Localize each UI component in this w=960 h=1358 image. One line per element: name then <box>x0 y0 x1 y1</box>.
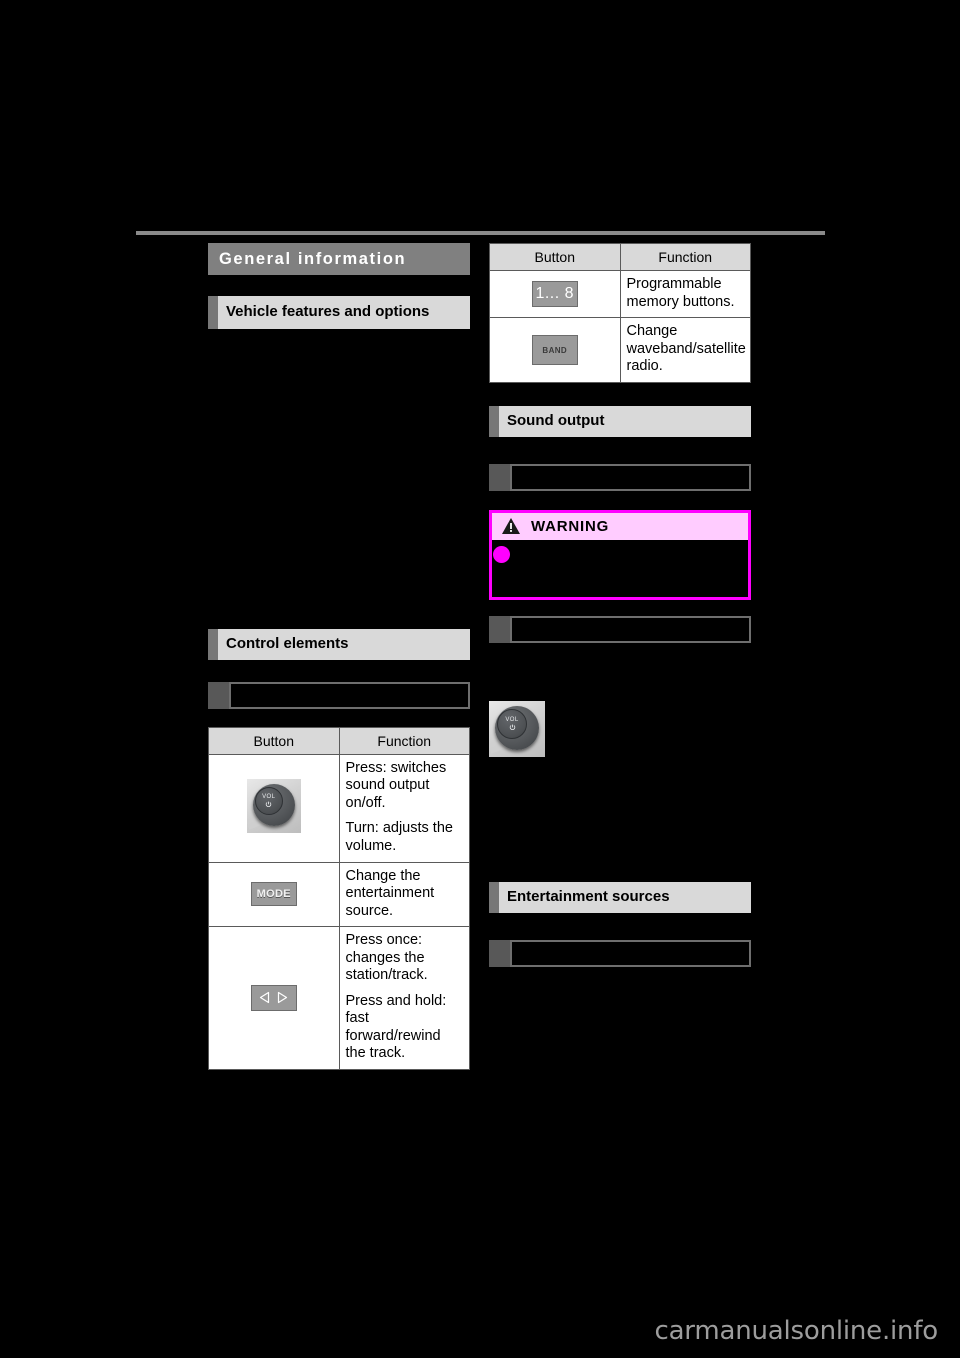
redacted-gap <box>208 718 472 727</box>
warning-bullet <box>493 545 510 563</box>
header-rule <box>136 231 825 235</box>
subsection-tab <box>489 463 510 491</box>
memory-buttons-icon: 1... 8 <box>531 281 578 308</box>
mode-button-icon: MODE <box>250 882 297 907</box>
table-row: MODE Change the entertainment source. <box>208 861 470 928</box>
section-heading-sound-output: Sound output <box>489 405 751 437</box>
subsection-tab <box>489 615 510 643</box>
button-cell-seek <box>208 926 340 1070</box>
function-cell-mode: Change the entertainment source. <box>338 861 470 928</box>
warning-triangle-icon <box>501 517 521 535</box>
column-header-function: Function <box>619 243 751 271</box>
table-row: VOL Press: switches sound output on/off.… <box>208 753 470 863</box>
function-cell-band: Change waveband/satellite radio. <box>619 317 751 383</box>
function-line: Turn: adjusts the volume. <box>345 820 453 854</box>
band-button-icon: BAND <box>531 334 578 365</box>
left-column: General information Vehicle features and… <box>208 243 472 1070</box>
memory-buttons-table: Button Function 1... 8 Programmable memo… <box>489 243 751 383</box>
section-tab <box>208 296 218 329</box>
subsection-tab <box>208 681 229 709</box>
function-line: Change waveband/satellite radio. <box>626 323 746 375</box>
column-header-button: Button <box>208 726 340 755</box>
knob-vol-label: VOL <box>505 716 519 723</box>
volume-knob-photo-icon: VOL <box>489 700 545 757</box>
function-line: Programmable memory buttons. <box>626 276 735 310</box>
function-cell-volume: Press: switches sound output on/off. Tur… <box>338 753 470 863</box>
power-icon <box>265 801 272 808</box>
button-cell-mode: MODE <box>208 861 340 928</box>
section-tab <box>208 628 218 660</box>
column-header-function: Function <box>338 726 470 755</box>
section-tab <box>489 405 499 437</box>
subsection-heading-body <box>229 681 470 709</box>
redacted-body-text-left <box>208 338 470 629</box>
subsection-heading-redacted-left <box>208 681 470 709</box>
section-heading-body: Vehicle features and options <box>218 296 470 329</box>
section-heading-text: Entertainment sources <box>507 887 670 905</box>
watermark: carmanualsonline.info <box>654 1316 938 1346</box>
redacted-gap <box>208 669 472 682</box>
control-elements-table: Button Function VOL Press: switches soun… <box>208 726 470 1070</box>
seek-prev-triangle-icon <box>260 992 270 1004</box>
table-header-row: Button Function <box>208 726 470 755</box>
seek-next-triangle-icon <box>278 992 288 1004</box>
volume-knob-photo-icon: VOL <box>246 778 301 833</box>
function-line: Press and hold: fast forward/rewind the … <box>345 992 447 1062</box>
warning-body-redacted <box>492 539 748 597</box>
section-heading-entertainment-sources: Entertainment sources <box>489 881 751 913</box>
button-cell-volume: VOL <box>208 753 340 863</box>
power-icon <box>509 724 516 731</box>
redacted-gap <box>489 922 753 940</box>
table-row: 1... 8 Programmable memory buttons. <box>489 269 751 319</box>
redacted-gap <box>489 500 753 510</box>
subsection-tab <box>489 939 510 967</box>
warning-title: WARNING <box>531 517 610 535</box>
redacted-body-text-right-2 <box>489 761 753 882</box>
function-line: Change the entertainment source. <box>345 867 435 919</box>
table-row: BAND Change waveband/satellite radio. <box>489 317 751 383</box>
chapter-title-bar: General information <box>208 243 470 275</box>
subsection-heading-redacted-2 <box>489 615 751 643</box>
knob-illustration-row: VOL <box>489 700 751 762</box>
function-line: Press: switches sound output on/off. <box>345 759 447 811</box>
button-cell-band: BAND <box>489 317 621 383</box>
redacted-gap <box>489 382 753 406</box>
redacted-gap <box>489 446 753 464</box>
function-cell-seek: Press once: changes the station/track. P… <box>338 926 470 1070</box>
manual-page: General information Vehicle features and… <box>0 0 960 1358</box>
knob-vol-label: VOL <box>262 793 276 800</box>
subsection-heading-redacted-sound <box>489 463 751 491</box>
section-heading-text: Control elements <box>226 634 349 652</box>
column-header-button: Button <box>489 243 621 271</box>
table-header-row: Button Function <box>489 243 751 271</box>
warning-header: WARNING <box>492 512 748 540</box>
section-heading-body: Sound output <box>499 405 751 437</box>
button-cell-memory: 1... 8 <box>489 269 621 319</box>
redacted-body-text-right <box>489 652 753 701</box>
subsection-heading-body <box>510 939 751 967</box>
section-heading-body: Entertainment sources <box>499 881 751 913</box>
table-row: Press once: changes the station/track. P… <box>208 926 470 1070</box>
section-heading-body: Control elements <box>218 628 470 660</box>
section-heading-text: Vehicle features and options <box>226 303 430 320</box>
section-heading-control-elements: Control elements <box>208 628 470 660</box>
function-cell-memory: Programmable memory buttons. <box>619 269 751 319</box>
subsection-heading-body <box>510 615 751 643</box>
chapter-title: General information <box>219 249 407 268</box>
subsection-heading-redacted-3 <box>489 939 751 967</box>
section-heading-vehicle-features: Vehicle features and options <box>208 296 470 329</box>
section-tab <box>489 881 499 913</box>
function-line: Press once: changes the station/track. <box>345 932 428 984</box>
right-column: Button Function 1... 8 Programmable memo… <box>489 243 753 977</box>
section-heading-text: Sound output <box>507 411 605 429</box>
seek-button-icon <box>250 984 297 1011</box>
warning-panel: WARNING <box>489 509 751 600</box>
subsection-heading-body <box>510 463 751 491</box>
